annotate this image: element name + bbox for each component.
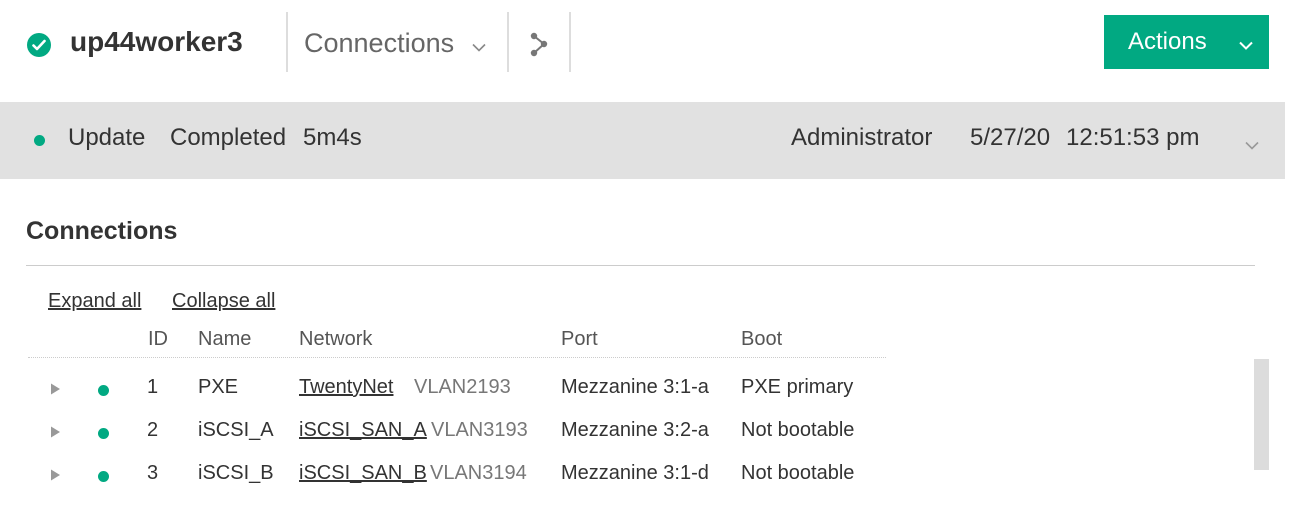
chevron-down-icon[interactable] [1245, 137, 1259, 155]
expand-arrow-icon[interactable] [50, 382, 61, 400]
cell-id: 1 [147, 376, 159, 398]
map-view-button[interactable] [527, 31, 551, 59]
expand-all-link[interactable]: Expand all [48, 290, 141, 313]
cell-name: iSCSI_B [198, 462, 274, 484]
header-divider [286, 12, 288, 72]
status-ok-dot [98, 428, 109, 439]
column-header-network[interactable]: Network [299, 328, 372, 351]
table-row[interactable]: 3 iSCSI_B iSCSI_SAN_B VLAN3194 Mezzanine… [0, 456, 900, 496]
actions-button-label: Actions [1128, 28, 1207, 55]
column-header-name[interactable]: Name [198, 328, 251, 351]
chevron-down-icon [1239, 37, 1253, 55]
header-divider [507, 12, 509, 72]
cell-vlan: VLAN3193 [431, 419, 528, 441]
activity-name: Update [68, 124, 146, 151]
status-ok-icon [27, 33, 51, 57]
cell-boot: Not bootable [741, 419, 855, 441]
network-link[interactable]: TwentyNet [299, 376, 393, 399]
activity-time: 12:51:53 pm [1066, 124, 1200, 151]
page-title: up44worker3 [70, 26, 243, 57]
table-row[interactable]: 2 iSCSI_A iSCSI_SAN_A VLAN3193 Mezzanine… [0, 413, 900, 453]
cell-vlan: VLAN2193 [414, 376, 511, 398]
actions-button[interactable]: Actions [1104, 15, 1269, 69]
activity-duration: 5m4s [303, 124, 362, 151]
cell-id: 2 [147, 419, 159, 441]
activity-user: Administrator [791, 124, 933, 151]
table-row[interactable]: 1 PXE TwentyNet VLAN2193 Mezzanine 3:1-a… [0, 370, 900, 410]
column-header-boot[interactable]: Boot [741, 328, 782, 351]
cell-port: Mezzanine 3:1-d [561, 462, 709, 484]
view-selector-label: Connections [304, 28, 455, 58]
section-divider [26, 265, 1255, 266]
page-header: up44worker3 Connections Actions [0, 0, 1303, 102]
expand-arrow-icon[interactable] [50, 468, 61, 486]
collapse-all-link[interactable]: Collapse all [172, 290, 275, 313]
scrollbar-thumb[interactable] [1254, 359, 1269, 470]
expand-arrow-icon[interactable] [50, 425, 61, 443]
cell-name: iSCSI_A [198, 419, 274, 441]
activity-status-dot [34, 135, 45, 146]
table-header-divider [28, 357, 886, 358]
cell-boot: PXE primary [741, 376, 854, 398]
status-ok-dot [98, 385, 109, 396]
status-ok-dot [98, 471, 109, 482]
section-title: Connections [26, 217, 178, 245]
cell-name: PXE [198, 376, 239, 398]
cell-port: Mezzanine 3:2-a [561, 419, 709, 441]
cell-port: Mezzanine 3:1-a [561, 376, 709, 398]
activity-bar[interactable]: Update Completed 5m4s Administrator 5/27… [0, 102, 1285, 179]
activity-state: Completed [170, 124, 287, 151]
header-divider [569, 12, 571, 72]
cell-boot: Not bootable [741, 462, 855, 484]
column-header-id[interactable]: ID [148, 328, 168, 351]
view-selector[interactable]: Connections [304, 28, 486, 59]
network-link[interactable]: iSCSI_SAN_A [299, 419, 427, 442]
cell-id: 3 [147, 462, 159, 484]
column-header-port[interactable]: Port [561, 328, 598, 351]
map-icon [527, 32, 551, 63]
activity-date: 5/27/20 [970, 124, 1051, 151]
network-link[interactable]: iSCSI_SAN_B [299, 462, 427, 485]
chevron-down-icon [472, 28, 486, 59]
cell-vlan: VLAN3194 [430, 462, 527, 484]
